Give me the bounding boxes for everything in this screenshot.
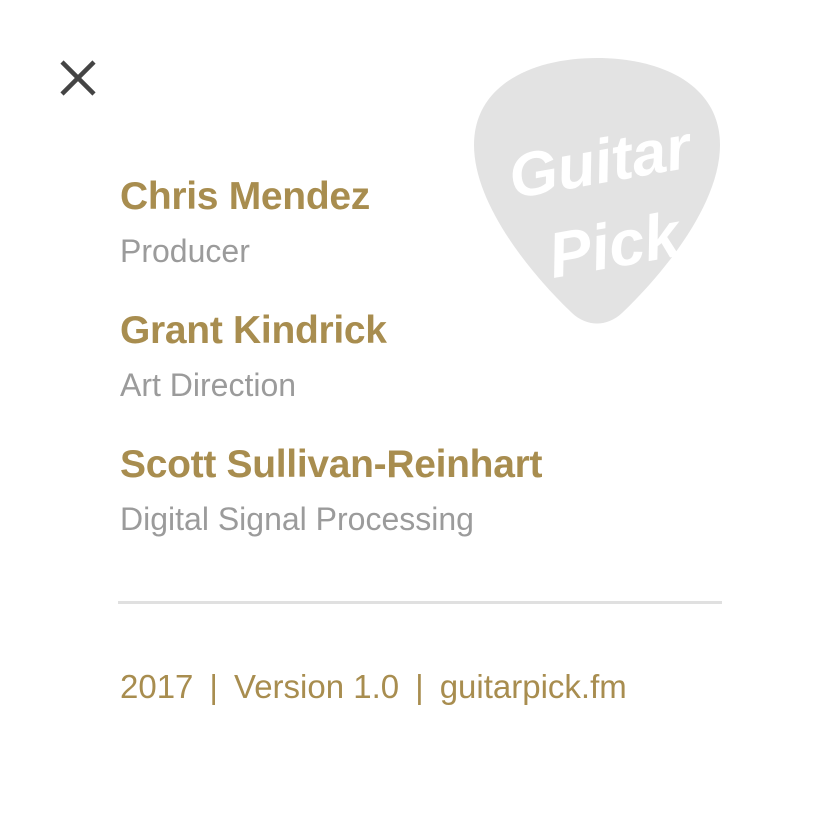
credit-name: Chris Mendez [120,175,370,218]
credit-role: Art Direction [120,367,297,403]
footer-separator: | [415,668,424,705]
release-year: 2017 [120,668,194,705]
credit-item: Grant Kindrick Art Direction [120,306,740,408]
close-icon [60,60,96,96]
credit-name: Grant Kindrick [120,309,387,352]
credit-item: Chris Mendez Producer [120,172,740,274]
divider [118,601,722,604]
footer-info: 2017 | Version 1.0 | guitarpick.fm [120,664,627,710]
credits-list: Chris Mendez Producer Grant Kindrick Art… [120,172,740,542]
credit-role: Producer [120,233,250,269]
app-version: Version 1.0 [234,668,400,705]
close-button[interactable] [56,56,100,100]
footer-separator: | [209,668,218,705]
website-link[interactable]: guitarpick.fm [440,668,627,705]
credit-name: Scott Sullivan-Reinhart [120,443,543,486]
credit-role: Digital Signal Processing [120,501,474,537]
credit-item: Scott Sullivan-Reinhart Digital Signal P… [120,440,740,542]
